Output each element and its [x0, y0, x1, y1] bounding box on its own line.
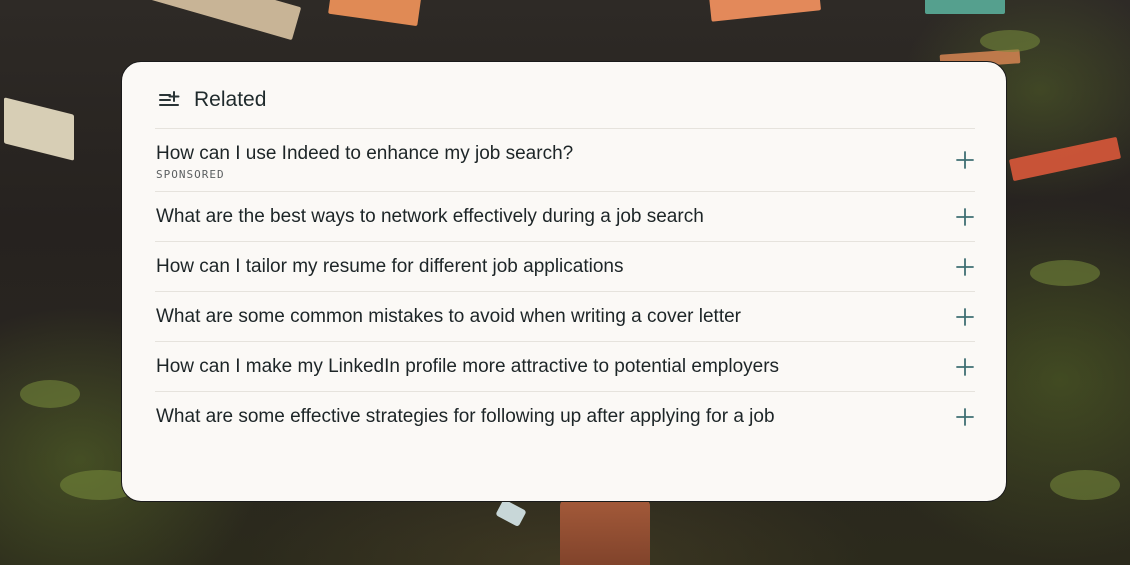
- background-shape: [1008, 136, 1122, 182]
- foliage: [20, 380, 80, 408]
- related-list-icon: [159, 91, 180, 106]
- plus-icon[interactable]: [955, 357, 975, 377]
- plus-icon[interactable]: [955, 407, 975, 427]
- panel-title: Related: [194, 88, 267, 111]
- foliage: [1030, 260, 1100, 286]
- related-item[interactable]: What are some common mistakes to avoid w…: [155, 292, 975, 342]
- phone-in-hand: [495, 498, 527, 528]
- related-panel: Related How can I use Indeed to enhance …: [121, 61, 1007, 502]
- person-figure: [560, 498, 650, 565]
- related-item[interactable]: How can I use Indeed to enhance my job s…: [155, 129, 975, 192]
- plus-icon[interactable]: [955, 150, 975, 170]
- related-question: What are the best ways to network effect…: [156, 205, 704, 227]
- foliage: [1050, 470, 1120, 500]
- related-question: What are some common mistakes to avoid w…: [156, 305, 742, 327]
- plus-icon[interactable]: [955, 307, 975, 327]
- background-shape: [925, 0, 1005, 14]
- related-item[interactable]: What are the best ways to network effect…: [155, 192, 975, 242]
- related-item[interactable]: How can I tailor my resume for different…: [155, 242, 975, 292]
- background-shape: [118, 0, 302, 41]
- related-question: How can I make my LinkedIn profile more …: [156, 355, 780, 377]
- background-shape: [708, 0, 822, 22]
- background-shape: [4, 97, 74, 161]
- background-scene: Related How can I use Indeed to enhance …: [0, 0, 1130, 565]
- related-item[interactable]: How can I make my LinkedIn profile more …: [155, 342, 975, 392]
- background-shape: [328, 0, 422, 27]
- related-question: How can I tailor my resume for different…: [156, 255, 624, 277]
- sponsored-badge: SPONSORED: [156, 167, 225, 181]
- foliage: [980, 30, 1040, 52]
- related-list: How can I use Indeed to enhance my job s…: [155, 128, 975, 442]
- plus-icon[interactable]: [955, 207, 975, 227]
- related-item[interactable]: What are some effective strategies for f…: [155, 392, 975, 442]
- related-header: Related: [158, 88, 266, 112]
- related-question: What are some effective strategies for f…: [156, 406, 775, 427]
- related-question: How can I use Indeed to enhance my job s…: [156, 142, 574, 164]
- plus-icon[interactable]: [955, 257, 975, 277]
